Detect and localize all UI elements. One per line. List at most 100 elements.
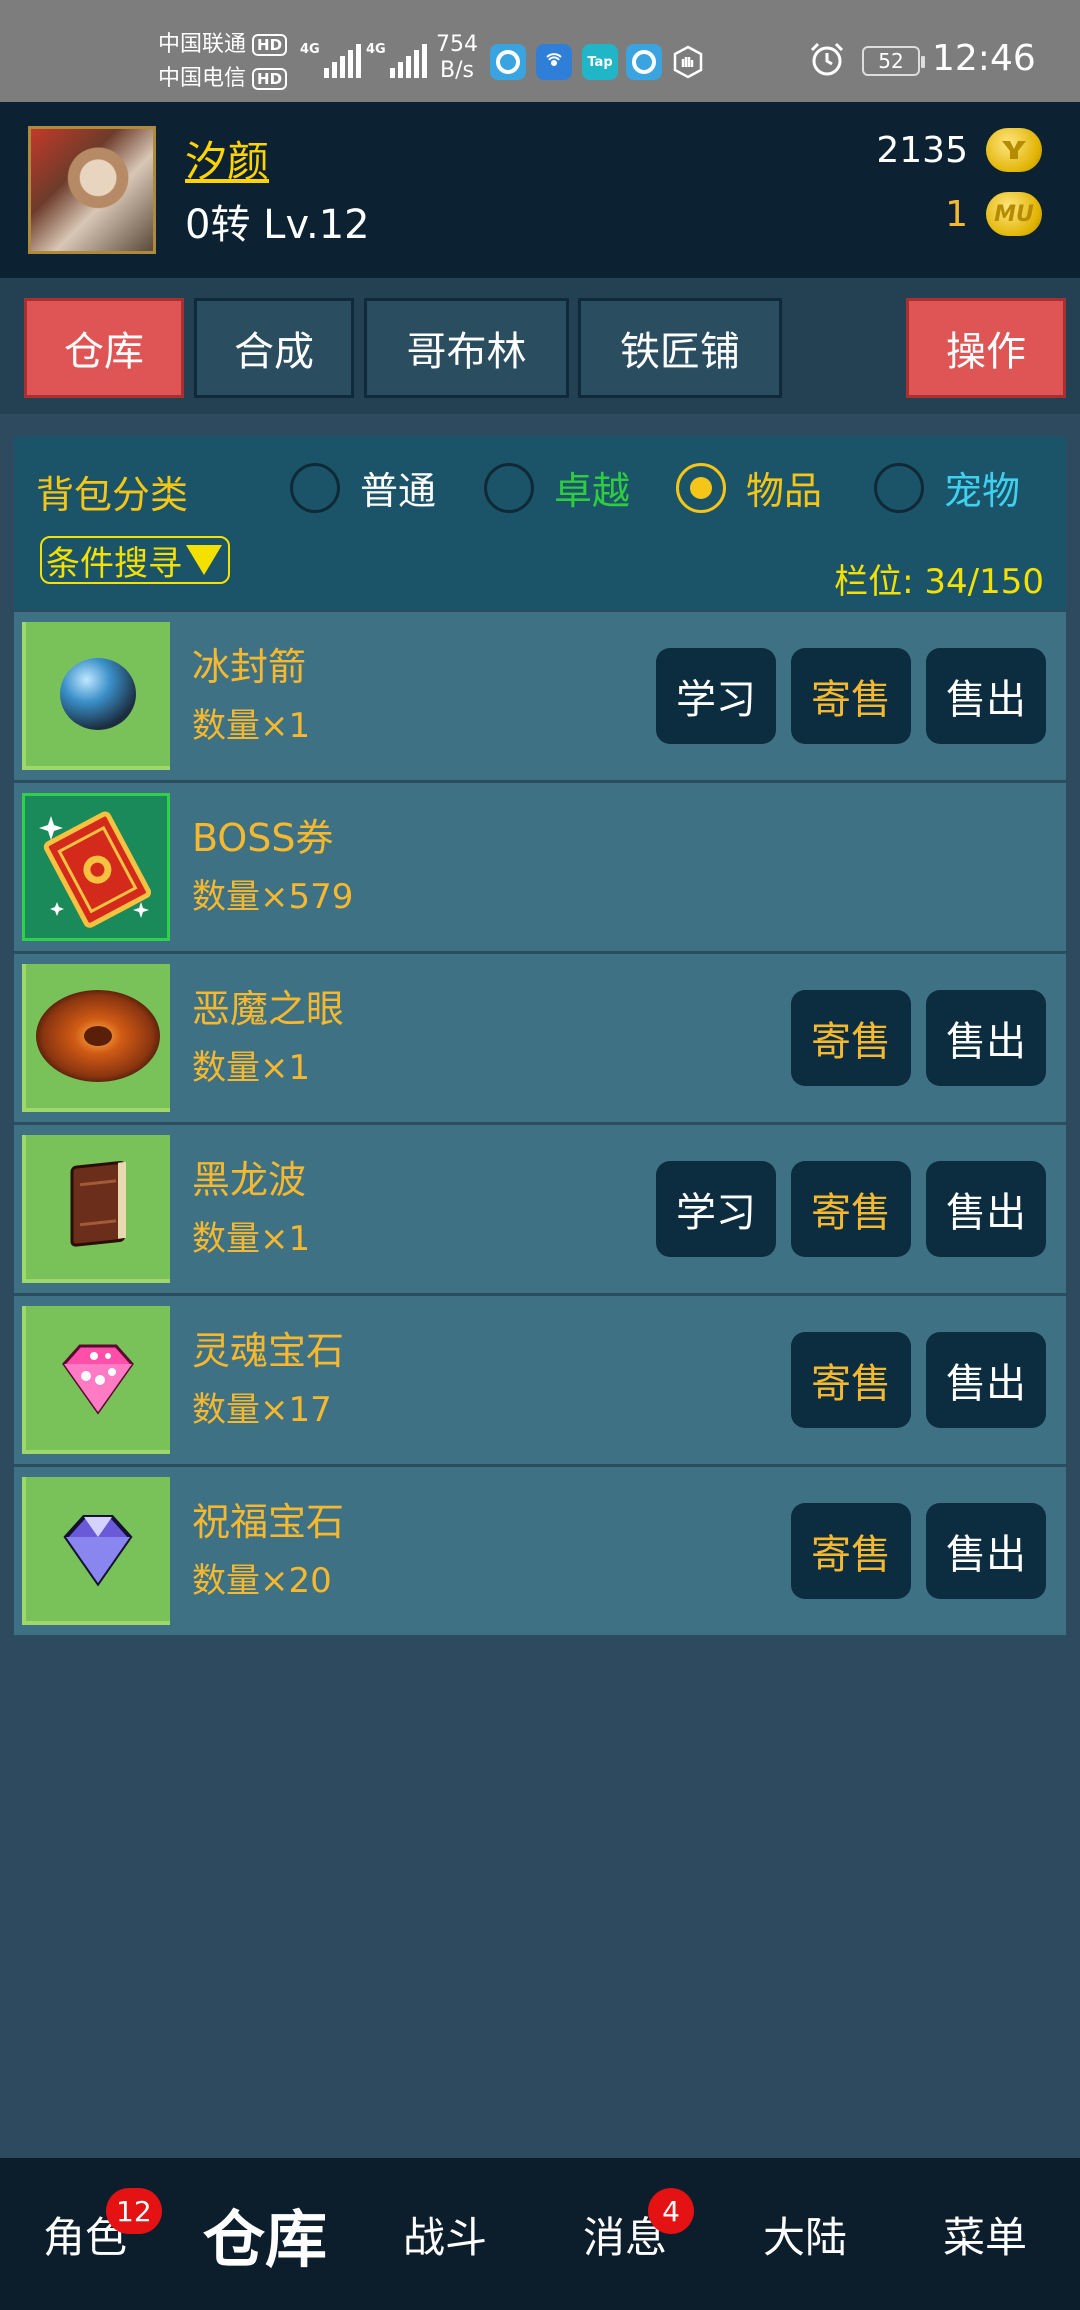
mu-coin-icon: MU bbox=[986, 192, 1042, 236]
nav-warehouse[interactable]: 仓库 bbox=[175, 2158, 355, 2310]
triangle-down-icon bbox=[186, 545, 222, 575]
sell-button[interactable]: 售出 bbox=[926, 1161, 1046, 1257]
radio-circle bbox=[676, 462, 726, 513]
sell-button[interactable]: 售出 bbox=[926, 1503, 1046, 1599]
tab-synthesis[interactable]: 合成 bbox=[194, 298, 354, 398]
nav-menu[interactable]: 菜单 bbox=[900, 2158, 1070, 2310]
item-name: 冰封箭 bbox=[192, 645, 307, 689]
list-item: 灵魂宝石 数量×17 寄售 售出 bbox=[14, 1296, 1066, 1467]
bag-filter-panel: 背包分类 普通 卓越 物品 宠物 条件搜寻 栏位: 34/150 bbox=[14, 436, 1066, 610]
status-bar: 中国联通 HD 中国电信 HD 4G 4G 754 B/s Tap 52 12:46 bbox=[0, 0, 1080, 102]
player-level: 0转 Lv.12 bbox=[185, 202, 370, 248]
consign-button[interactable]: 寄售 bbox=[791, 1503, 911, 1599]
radio-circle bbox=[484, 462, 534, 513]
sell-button[interactable]: 售出 bbox=[926, 1332, 1046, 1428]
sell-button[interactable]: 售出 bbox=[926, 990, 1046, 1086]
skill-book-icon bbox=[70, 1160, 126, 1247]
item-list: 冰封箭 数量×1 学习 寄售 售出 BOSS券 数量×579 恶魔之眼 数量×1… bbox=[14, 612, 1066, 1638]
sell-button[interactable]: 售出 bbox=[926, 648, 1046, 744]
tab-goblin[interactable]: 哥布林 bbox=[364, 298, 569, 398]
carrier-2: 中国电信 bbox=[158, 66, 247, 91]
item-quantity: 数量×17 bbox=[192, 1390, 332, 1430]
alarm-icon bbox=[810, 42, 844, 76]
top-tab-bar: 仓库 合成 哥布林 铁匠铺 操作 bbox=[0, 278, 1080, 414]
character-badge: 12 bbox=[106, 2188, 162, 2234]
network-speed: 754 B/s bbox=[436, 32, 478, 83]
radio-label: 卓越 bbox=[554, 469, 631, 513]
browser-icon bbox=[490, 44, 526, 80]
bag-category-label: 背包分类 bbox=[36, 473, 189, 517]
learn-button[interactable]: 学习 bbox=[656, 648, 776, 744]
list-item: BOSS券 数量×579 bbox=[14, 783, 1066, 954]
taptap-icon: Tap bbox=[582, 44, 618, 80]
pink-gem-icon bbox=[62, 1344, 134, 1415]
browser-icon bbox=[626, 44, 662, 80]
carrier-info: 中国联通 HD 中国电信 HD bbox=[158, 28, 288, 96]
item-icon-slot[interactable] bbox=[22, 793, 170, 941]
boss-ticket-icon bbox=[39, 811, 151, 928]
consign-button[interactable]: 寄售 bbox=[791, 990, 911, 1086]
consign-button[interactable]: 寄售 bbox=[791, 1332, 911, 1428]
item-quantity: 数量×20 bbox=[192, 1561, 332, 1601]
gold-amount: 2135 bbox=[876, 129, 968, 171]
nav-messages[interactable]: 消息 bbox=[540, 2158, 710, 2310]
consign-button[interactable]: 寄售 bbox=[791, 648, 911, 744]
item-name: 黑龙波 bbox=[192, 1158, 307, 1202]
clock: 12:46 bbox=[932, 38, 1036, 79]
radio-label: 普通 bbox=[360, 469, 437, 513]
item-name: BOSS券 bbox=[192, 816, 334, 860]
radio-item[interactable]: 物品 bbox=[676, 460, 822, 515]
hand-icon bbox=[670, 44, 706, 80]
radio-normal[interactable]: 普通 bbox=[290, 460, 436, 515]
player-name[interactable]: 汐颜 bbox=[185, 128, 269, 189]
operate-button[interactable]: 操作 bbox=[906, 298, 1066, 398]
battery-indicator: 52 bbox=[862, 46, 925, 76]
signal-icon: 4G bbox=[366, 38, 430, 78]
signal-icon: 4G bbox=[300, 38, 364, 78]
mu-amount: 1 bbox=[945, 193, 968, 235]
item-quantity: 数量×1 bbox=[192, 706, 311, 746]
condition-search-label: 条件搜寻 bbox=[46, 543, 182, 584]
item-icon-slot[interactable] bbox=[22, 1477, 170, 1625]
item-icon-slot[interactable] bbox=[22, 1306, 170, 1454]
nav-character[interactable]: 角色 bbox=[0, 2158, 170, 2310]
carrier-1: 中国联通 bbox=[158, 32, 247, 57]
item-icon-slot[interactable] bbox=[22, 622, 170, 770]
hd-badge: HD bbox=[252, 34, 288, 56]
nav-battle[interactable]: 战斗 bbox=[360, 2158, 530, 2310]
item-icon-slot[interactable] bbox=[22, 1135, 170, 1283]
list-item: 黑龙波 数量×1 学习 寄售 售出 bbox=[14, 1125, 1066, 1296]
radio-label: 宠物 bbox=[944, 469, 1021, 513]
condition-search-button[interactable]: 条件搜寻 bbox=[40, 536, 230, 584]
blue-orb-icon bbox=[60, 658, 136, 730]
bottom-nav: 角色 12 仓库 战斗 消息 4 大陆 菜单 bbox=[0, 2158, 1080, 2310]
list-item: 祝福宝石 数量×20 寄售 售出 bbox=[14, 1467, 1066, 1638]
tab-warehouse[interactable]: 仓库 bbox=[24, 298, 184, 398]
gold-currency: 2135 bbox=[876, 128, 1042, 172]
consign-button[interactable]: 寄售 bbox=[791, 1161, 911, 1257]
item-quantity: 数量×1 bbox=[192, 1219, 311, 1259]
radio-excellent[interactable]: 卓越 bbox=[484, 460, 630, 515]
radio-label: 物品 bbox=[746, 469, 823, 513]
radio-circle bbox=[290, 462, 340, 513]
purple-gem-icon bbox=[63, 1515, 133, 1587]
demon-eye-icon bbox=[36, 990, 160, 1082]
radio-pet[interactable]: 宠物 bbox=[874, 460, 1020, 515]
nav-continent[interactable]: 大陆 bbox=[720, 2158, 890, 2310]
slot-count: 栏位: 34/150 bbox=[834, 562, 1044, 602]
hd-badge: HD bbox=[252, 68, 288, 90]
item-name: 灵魂宝石 bbox=[192, 1329, 345, 1373]
item-quantity: 数量×579 bbox=[192, 877, 354, 917]
tab-blacksmith[interactable]: 铁匠铺 bbox=[578, 298, 782, 398]
item-name: 恶魔之眼 bbox=[192, 987, 345, 1031]
learn-button[interactable]: 学习 bbox=[656, 1161, 776, 1257]
mu-currency: 1 MU bbox=[945, 192, 1042, 236]
list-item: 恶魔之眼 数量×1 寄售 售出 bbox=[14, 954, 1066, 1125]
item-quantity: 数量×1 bbox=[192, 1048, 311, 1088]
item-name: 祝福宝石 bbox=[192, 1500, 345, 1544]
wifi-hotspot-icon bbox=[536, 44, 572, 80]
list-item: 冰封箭 数量×1 学习 寄售 售出 bbox=[14, 612, 1066, 783]
avatar[interactable] bbox=[28, 126, 156, 254]
item-icon-slot[interactable] bbox=[22, 964, 170, 1112]
player-header: 汐颜 0转 Lv.12 2135 1 MU bbox=[0, 102, 1080, 278]
